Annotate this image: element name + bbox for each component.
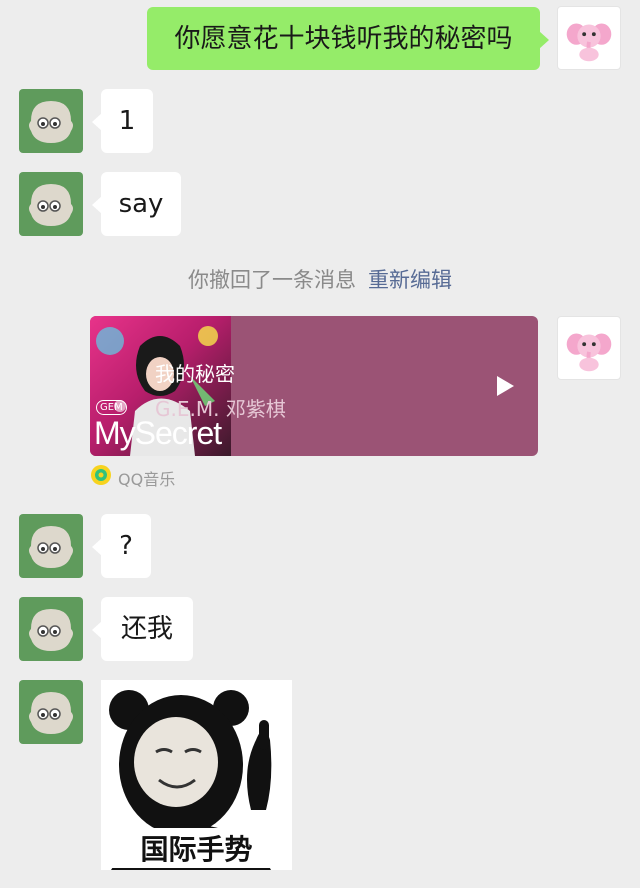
received-message-bubble[interactable]: 1	[92, 89, 153, 153]
song-title: 我的秘密	[155, 362, 235, 386]
my-avatar[interactable]	[557, 6, 621, 70]
sent-message-bubble[interactable]: 你愿意花十块钱听我的秘密吗	[147, 7, 549, 70]
cartoon-face-icon	[29, 184, 73, 226]
reedit-link[interactable]: 重新编辑	[368, 268, 452, 292]
cartoon-face-icon	[29, 692, 73, 734]
qq-music-icon	[91, 465, 111, 485]
recall-text: 你撤回了一条消息	[188, 268, 356, 292]
contact-avatar[interactable]	[19, 172, 83, 236]
cartoon-face-icon	[29, 101, 73, 143]
contact-avatar[interactable]	[19, 514, 83, 578]
message-text: 你愿意花十块钱听我的秘密吗	[174, 23, 513, 54]
message-text: 1	[118, 106, 136, 136]
received-message-bubble[interactable]: say	[92, 172, 181, 236]
my-avatar[interactable]	[557, 316, 621, 380]
message-text: say	[118, 189, 164, 219]
contact-avatar[interactable]	[19, 597, 83, 661]
gem-badge: GEM	[96, 400, 127, 415]
cartoon-face-icon	[29, 526, 73, 568]
received-message-bubble[interactable]: 还我	[92, 597, 193, 661]
message-text: ?	[119, 531, 133, 561]
contact-avatar[interactable]	[19, 680, 83, 744]
recall-notice: 你撤回了一条消息 重新编辑	[0, 264, 640, 294]
song-artist: G.E.M. 邓紫棋	[155, 397, 286, 421]
cartoon-face-icon	[29, 609, 73, 651]
pink-elephant-icon	[566, 333, 612, 372]
received-message-bubble[interactable]: ?	[92, 514, 151, 578]
music-source-label: QQ音乐	[118, 470, 176, 489]
sticker-caption: 国际手势	[101, 828, 292, 868]
contact-avatar[interactable]	[19, 89, 83, 153]
play-icon[interactable]	[495, 375, 515, 397]
sticker-message[interactable]: 国际手势	[101, 680, 292, 870]
pink-elephant-icon	[566, 23, 612, 62]
message-text: 还我	[120, 614, 173, 644]
